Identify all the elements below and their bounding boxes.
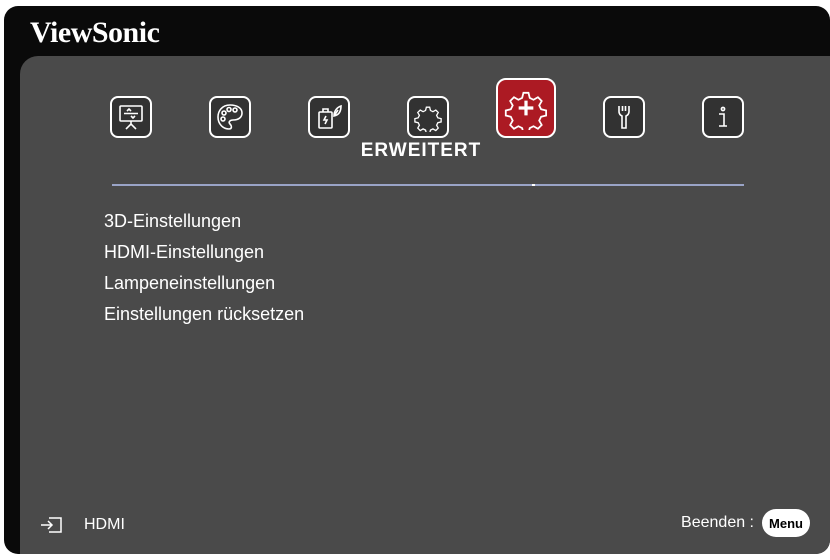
input-source-icon (41, 517, 62, 533)
menu-item-reset-settings[interactable]: Einstellungen rücksetzen (104, 299, 304, 330)
power-eco-icon (318, 104, 342, 129)
exit-hint: Beenden : Menu (681, 508, 810, 538)
tab-information[interactable] (702, 96, 744, 138)
divider-marker (532, 184, 535, 186)
osd-window: ViewSonic ERWEITERT 3D-Einstellungen HDM… (4, 6, 830, 554)
tab-system[interactable] (603, 96, 645, 138)
menu-list: 3D-Einstellungen HDMI-Einstellungen Lamp… (104, 206, 304, 330)
brand-logo: ViewSonic (30, 16, 160, 49)
menu-panel: ERWEITERT 3D-Einstellungen HDMI-Einstell… (20, 56, 830, 554)
menu-item-lamp-settings[interactable]: Lampeneinstellungen (104, 268, 304, 299)
page-title: ERWEITERT (360, 140, 482, 161)
menu-item-hdmi-settings[interactable]: HDMI-Einstellungen (104, 237, 304, 268)
menu-item-3d-settings[interactable]: 3D-Einstellungen (104, 206, 304, 237)
gear-icon (414, 106, 442, 132)
tab-bar (20, 78, 830, 138)
info-icon (719, 106, 727, 127)
exit-label: Beenden : (681, 514, 754, 531)
wrench-icon (618, 106, 630, 129)
input-source-label: HDMI (84, 516, 125, 533)
tab-advanced[interactable] (496, 78, 556, 138)
advanced-gear-plus-icon (504, 91, 548, 130)
tab-power[interactable] (308, 96, 350, 138)
tab-color[interactable] (209, 96, 251, 138)
menu-button[interactable]: Menu (762, 509, 810, 537)
input-source-indicator: HDMI (40, 514, 125, 536)
display-icon (119, 105, 143, 130)
divider (112, 184, 744, 186)
palette-icon (217, 104, 243, 130)
tab-display[interactable] (110, 96, 152, 138)
tab-settings[interactable] (407, 96, 449, 138)
